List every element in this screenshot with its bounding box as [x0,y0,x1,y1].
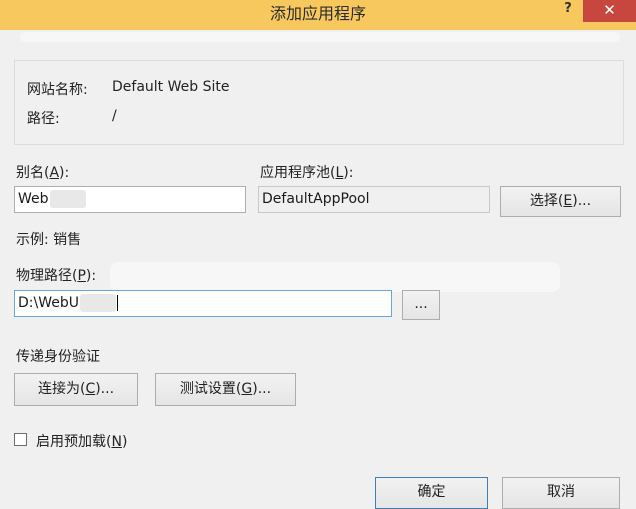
alias-example: 示例: 销售 [16,232,82,248]
ok-button[interactable]: 确定 [375,477,488,509]
alias-input[interactable]: Web [14,186,246,213]
site-info-panel: 网站名称: Default Web Site 路径: / [14,60,624,145]
browse-path-button[interactable]: ... [402,290,440,320]
background-smudge [20,32,620,42]
background-smudge [110,262,560,292]
connect-as-button[interactable]: 连接为(C)... [14,373,138,406]
alias-label: 别名(A): [16,165,70,181]
redacted-text [49,190,86,208]
app-pool-label: 应用程序池(L): [260,165,354,181]
site-name-label: 网站名称: [27,82,88,98]
pass-through-auth-heading: 传递身份验证 [16,349,100,365]
enable-preload-label[interactable]: 启用预加载(N) [36,431,127,451]
close-button[interactable]: ✕ [583,0,636,22]
redacted-text [79,294,116,312]
enable-preload-checkbox[interactable] [14,433,27,446]
title-bar: 添加应用程序 ? ✕ [0,0,636,30]
physical-path-input[interactable]: D:\WebU [14,290,392,317]
physical-path-label: 物理路径(P): [16,268,97,284]
test-settings-button[interactable]: 测试设置(G)... [155,373,296,406]
cancel-button[interactable]: 取消 [502,477,620,509]
site-name-value: Default Web Site [112,79,230,95]
site-path-value: / [112,108,117,124]
select-app-pool-button[interactable]: 选择(E)... [500,186,621,217]
site-path-label: 路径: [27,111,60,127]
text-caret [116,295,118,311]
window-title: 添加应用程序 [269,4,366,23]
app-pool-field: DefaultAppPool [258,186,490,213]
help-button[interactable]: ? [553,0,583,22]
